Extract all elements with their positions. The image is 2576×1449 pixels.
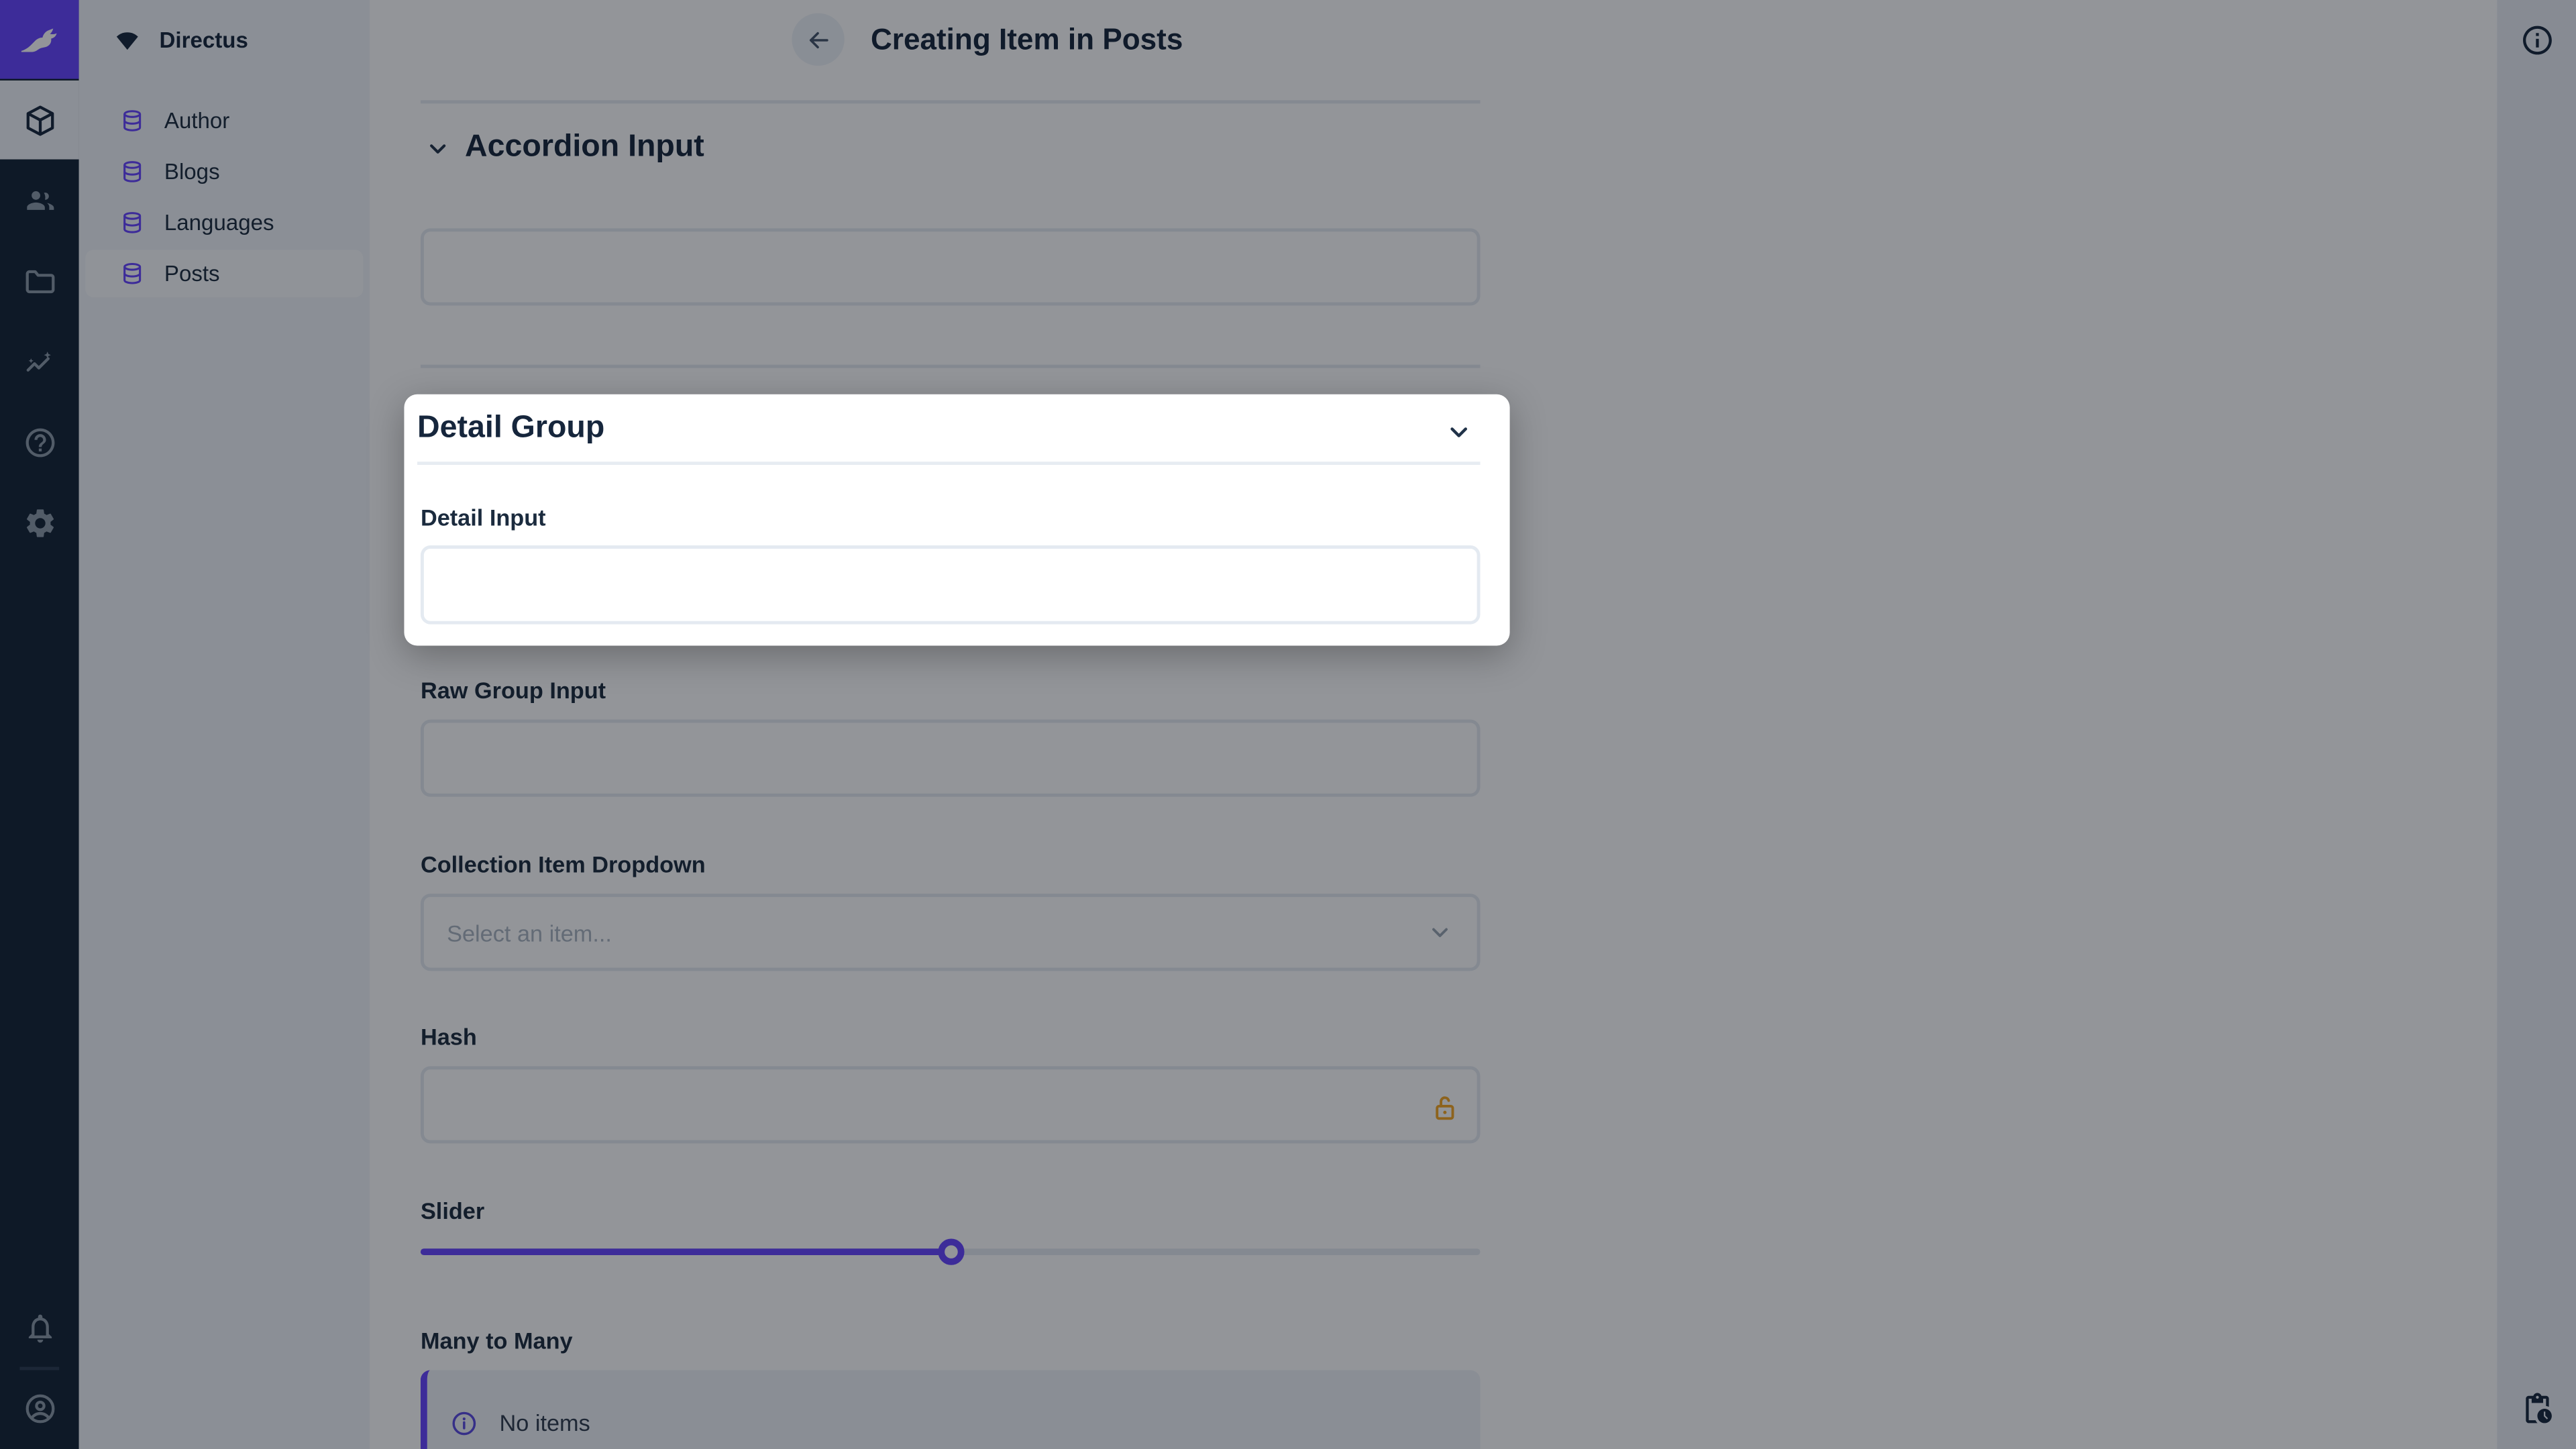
detail-group-card: Detail Group Detail Input (404, 394, 1510, 646)
directus-app: Directus Author Blogs Languages Posts Cr… (0, 0, 2576, 1449)
detail-group-title: Detail Group (417, 411, 605, 445)
detail-input-label: Detail Input (420, 504, 546, 531)
card-divider (417, 462, 1481, 466)
chevron-down-icon[interactable] (1444, 417, 1474, 447)
detail-input[interactable] (420, 545, 1481, 625)
dim-overlay (0, 0, 2576, 1449)
